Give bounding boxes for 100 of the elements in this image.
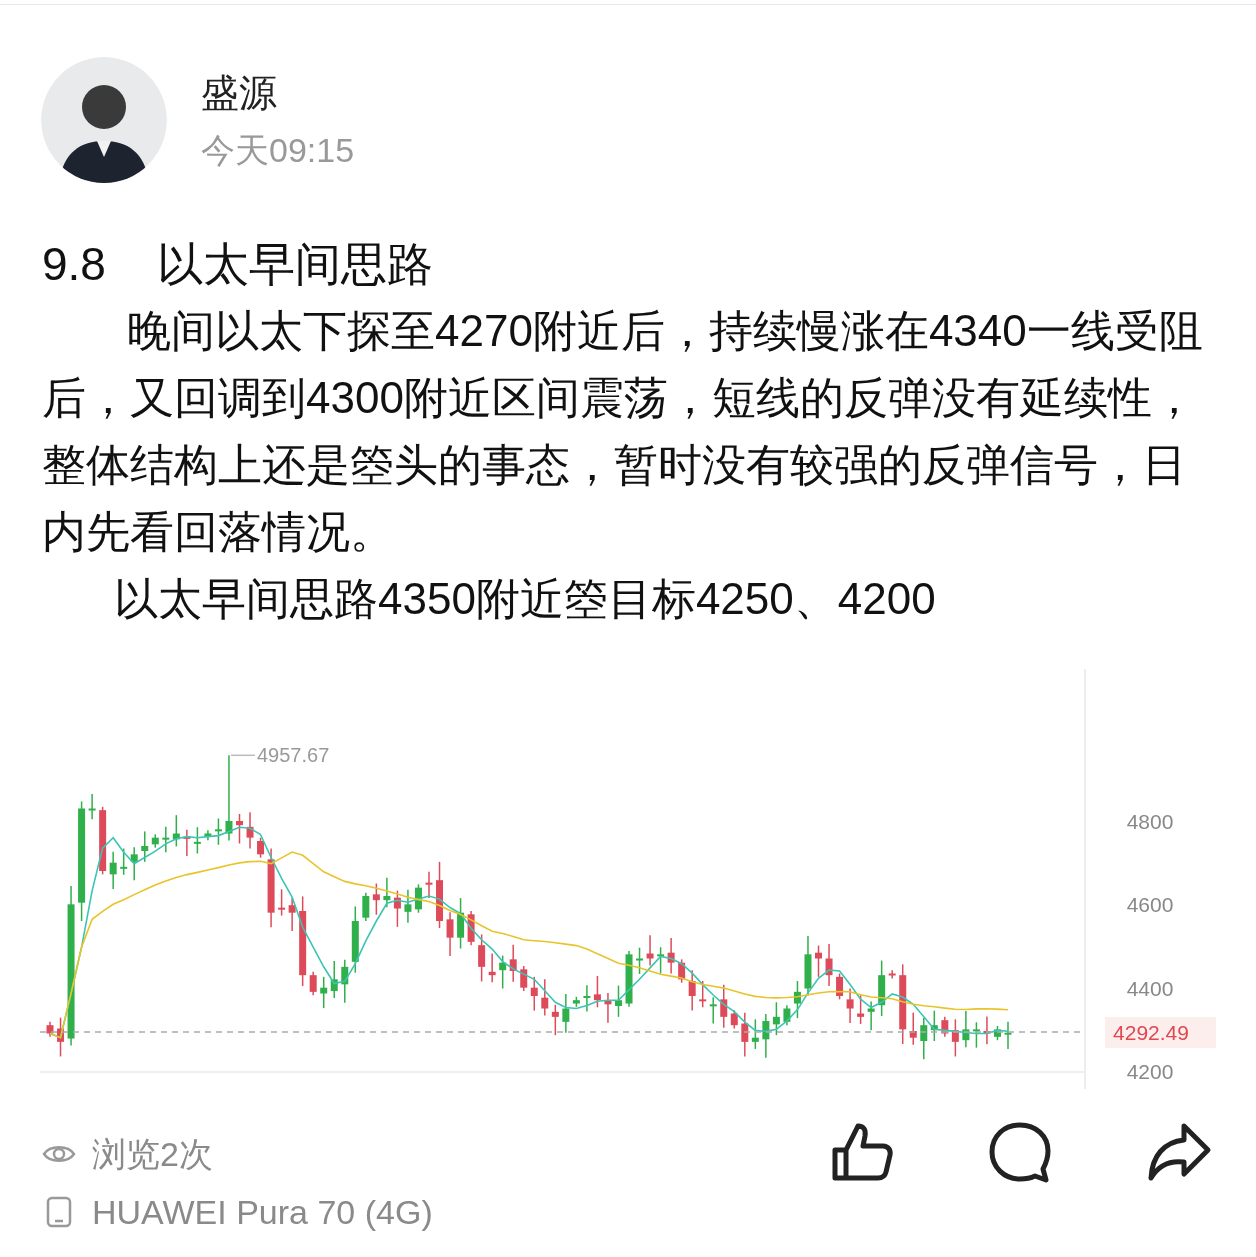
candle: [341, 959, 349, 1004]
candle: [499, 954, 507, 990]
candle: [130, 846, 138, 881]
candle: [509, 944, 517, 983]
candle: [362, 891, 370, 922]
candle: [446, 911, 454, 957]
candle: [920, 1017, 928, 1061]
candle: [562, 993, 570, 1034]
candle: [972, 1021, 980, 1049]
candle: [99, 806, 107, 876]
candle: [678, 958, 686, 984]
post-title: 9.8 以太早间思路: [42, 237, 435, 292]
candle: [109, 851, 117, 890]
candle: [657, 946, 665, 975]
candle: [962, 1010, 970, 1048]
post-paragraph: 晚间以太下探至4270附近后，持续慢涨在4340一线受阻后，又回调到4300附近区间震荡，短线的反弹没有延续性，整体结构上还是箜头的事态，暂时没有较强的反弹信号，日内先看回落情况。: [42, 305, 1204, 558]
candle: [141, 830, 149, 863]
candle: [88, 793, 96, 821]
candle: [783, 1004, 791, 1026]
candle: [257, 836, 265, 859]
post-paragraph: 以太早间思路4350附近箜目标4250、4200: [113, 573, 937, 625]
candle: [604, 992, 612, 1024]
candle: [646, 934, 654, 967]
axis-label: 4800: [1126, 810, 1174, 833]
candle: [583, 984, 591, 1013]
candle: [46, 1021, 54, 1038]
candle: [751, 1018, 759, 1050]
post-time: 今天09:15: [201, 130, 355, 170]
candle: [804, 935, 812, 997]
comment-icon[interactable]: [988, 1120, 1052, 1184]
candle: [530, 976, 538, 1012]
high-price-label: 4957.67: [230, 744, 330, 767]
candle: [372, 882, 380, 916]
candle: [488, 952, 496, 983]
axis-label: 4400: [1126, 976, 1174, 1000]
candle: [636, 946, 644, 975]
candle: [120, 847, 128, 876]
author-name[interactable]: 盛源: [201, 70, 355, 116]
candle: [520, 965, 528, 992]
candle: [1004, 1021, 1012, 1050]
candle: [467, 910, 475, 946]
candle: [436, 861, 443, 929]
candle: [846, 987, 854, 1024]
candle: [941, 1016, 949, 1038]
view-count: 浏览2次: [92, 1134, 213, 1175]
candle: [741, 1011, 749, 1058]
last-price-tag: 4292.49: [1105, 1017, 1216, 1048]
candle: [930, 1009, 938, 1042]
candle: [151, 833, 159, 849]
candle: [551, 1004, 559, 1036]
candle: [330, 960, 338, 999]
candle: [236, 813, 243, 845]
candle: [193, 826, 201, 855]
candle: [320, 976, 328, 1009]
candle: [688, 969, 696, 1012]
candle: [478, 933, 486, 983]
candle: [162, 826, 170, 853]
candle: [878, 959, 886, 1017]
candle: [541, 978, 549, 1017]
candle: [909, 1011, 917, 1046]
candle: [172, 814, 180, 848]
candle: [730, 1009, 738, 1030]
candle: [404, 889, 412, 924]
candle: [793, 980, 801, 1019]
candle: [414, 883, 422, 914]
candle: [951, 1018, 959, 1058]
candle: [214, 817, 222, 846]
candle: [709, 996, 717, 1025]
phone-icon: [46, 1196, 72, 1228]
candle: [593, 975, 601, 1008]
device-label: HUAWEI Pura 70 (4G): [92, 1192, 433, 1233]
candle: [772, 1001, 780, 1036]
candle: [625, 950, 633, 1008]
candle: [572, 996, 580, 1008]
candle: [836, 972, 844, 1001]
candle: [204, 829, 212, 841]
candle: [457, 897, 465, 950]
candle: [425, 871, 433, 899]
candle: [183, 829, 191, 857]
candle: [278, 888, 286, 917]
candle: [867, 1000, 875, 1031]
candle: [720, 984, 728, 1029]
candle: [246, 811, 254, 850]
candle: [825, 943, 833, 987]
candle: [615, 984, 622, 1018]
candle: [393, 889, 401, 928]
candle: [815, 944, 822, 978]
candle: [699, 980, 707, 1008]
candle: [857, 994, 865, 1025]
candle: [383, 876, 391, 908]
candle: [309, 971, 317, 996]
candle: [351, 905, 359, 974]
candle: [993, 1025, 1001, 1041]
candle: [888, 969, 896, 980]
candle: [983, 1015, 991, 1046]
axis-label: 4200: [1126, 1060, 1174, 1083]
candle: [288, 897, 296, 932]
candle: [667, 937, 675, 975]
candle: [762, 1013, 770, 1059]
axis-label: 4600: [1126, 893, 1174, 917]
